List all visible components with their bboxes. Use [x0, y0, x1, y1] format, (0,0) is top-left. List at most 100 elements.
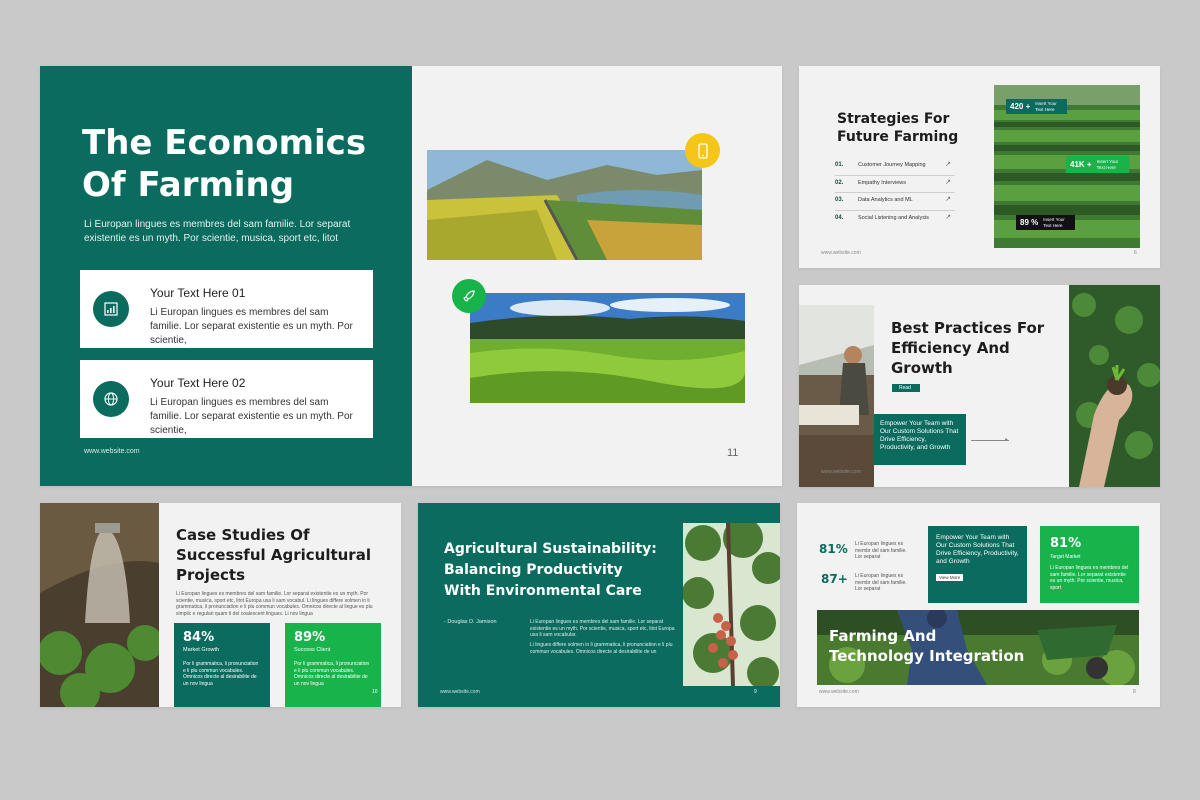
- page-number: 8: [1133, 689, 1136, 695]
- card-title: Your Text Here 01: [150, 286, 246, 300]
- card-text: Li Europan lingues es membres del sam fa…: [150, 307, 353, 346]
- slide-title-line3: With Environmental Care: [444, 583, 642, 599]
- website-label: www.website.com: [440, 689, 480, 695]
- slide-title-line3: Projects: [176, 566, 246, 584]
- stat-label: Insert Your Text Here: [1035, 101, 1057, 112]
- banner-title-line1: Farming And: [829, 627, 937, 645]
- slide-title-line1: Best Practices For: [891, 319, 1045, 337]
- item-number: 02.: [835, 179, 844, 186]
- right-panel: [412, 66, 782, 486]
- globe-icon: [93, 381, 129, 417]
- box-text: Empower Your Team with Our Custom Soluti…: [936, 534, 1019, 565]
- stat-value: 81%: [1050, 536, 1082, 551]
- stat-card-success-client: 89% Success Client Por li grammatica, li…: [285, 623, 381, 707]
- farm-worker-banner-photo: Farming And Technology Integration: [817, 610, 1139, 685]
- slide-agricultural-sustainability[interactable]: Agricultural Sustainability: Balancing P…: [418, 503, 780, 707]
- watering-can-photo: [40, 503, 159, 707]
- stat-text: Li Europan lingues es membres del sam fa…: [1050, 565, 1129, 591]
- view-more-button[interactable]: View More: [936, 574, 964, 581]
- slide-strategies-future-farming[interactable]: Strategies For Future Farming 01. Custom…: [799, 66, 1160, 268]
- greenhouse-worker-photo: [799, 305, 874, 487]
- slide-title-line1: Strategies For: [837, 111, 950, 127]
- stat-card-market-growth: 84% Market Growth Por li grammatica, li …: [174, 623, 270, 707]
- slide-case-studies[interactable]: Case Studies Of Successful Agricultural …: [40, 503, 401, 707]
- chart-icon: [93, 291, 129, 327]
- strategy-list: 01. Customer Journey Mapping ↗ 02. Empat…: [835, 158, 955, 228]
- item-number: 04.: [835, 214, 844, 221]
- list-item: 04. Social Listening and Analysis ↗: [835, 211, 955, 229]
- arrow-line: [971, 440, 1009, 441]
- arrow-head-icon: ▸: [1005, 437, 1009, 443]
- stat-text: Por li grammatica, li pronunciation e li…: [183, 661, 259, 687]
- stat-text: Li Europan lingues es membr del sam fami…: [855, 573, 907, 592]
- stat-value: 89%: [294, 630, 326, 645]
- page-number: 6: [1134, 250, 1137, 256]
- stat-label: Insert Your Text Here: [1043, 217, 1065, 228]
- phone-icon: [685, 133, 720, 168]
- stat-value: 89 %: [1020, 218, 1039, 227]
- slide-title-line1: Case Studies Of: [176, 526, 310, 544]
- slide-economics-of-farming[interactable]: The Economics Of Farming Li Europan ling…: [40, 66, 782, 486]
- card-title: Your Text Here 02: [150, 376, 246, 390]
- item-label: Social Listening and Analysis: [858, 214, 929, 221]
- list-item: 03. Data Analytics and ML ↗: [835, 193, 955, 211]
- item-number: 01.: [835, 162, 844, 168]
- list-item: 01. Customer Journey Mapping ↗: [835, 158, 955, 176]
- item-number: 03.: [835, 197, 844, 203]
- slide-title-line2: Future Farming: [837, 129, 959, 145]
- stat-value: 81%: [819, 542, 848, 556]
- list-item: 02. Empathy Interviews ↗: [835, 176, 955, 193]
- slide-title-line2: Efficiency And: [891, 339, 1010, 357]
- vineyard-photo: [427, 150, 702, 260]
- slide-title: The Economics Of Farming: [82, 123, 367, 205]
- arrow-icon: ↗: [945, 161, 951, 168]
- website-label: www.website.com: [84, 448, 140, 455]
- stat-badge: 89 % Insert Your Text Here: [1016, 215, 1076, 230]
- item-label: Data Analytics and ML: [858, 197, 913, 203]
- stat-badge: 420 + Insert Your Text Here: [1006, 99, 1068, 114]
- stat-text: Por li grammatica, li pronunciation e li…: [294, 661, 370, 687]
- highlight-box: Empower Your Team with Our Custom Soluti…: [928, 526, 1027, 603]
- website-label: www.website.com: [821, 250, 861, 256]
- slide-title-line1: Agricultural Sustainability:: [444, 541, 657, 557]
- body-text-2: Li lingues differe solmen in li grammati…: [530, 642, 673, 655]
- hand-seedling-photo: [1069, 285, 1160, 487]
- slide-title-line2: Balancing Productivity: [444, 562, 623, 578]
- website-label: www.website.com: [821, 469, 861, 475]
- grass-field-photo: [470, 293, 745, 403]
- rocket-icon: [452, 279, 486, 313]
- slide-body: Li Europan lingues es membres del sam fa…: [84, 219, 351, 244]
- website-label: www.website.com: [819, 689, 859, 695]
- body-text-1: Li Europan lingues es membres del sam fa…: [530, 619, 675, 638]
- item-label: Empathy Interviews: [858, 179, 906, 186]
- green-stat-card: 81% Target Market Li Europan lingues es …: [1040, 526, 1139, 603]
- author: - Douglas D. Jamison: [444, 619, 497, 625]
- item-label: Customer Journey Mapping: [858, 162, 926, 168]
- page-number: 10: [372, 689, 378, 695]
- stat-text: Li Europan lingues es membr del sam fami…: [855, 541, 907, 560]
- arrow-icon: ↗: [945, 213, 951, 221]
- page-number: 9: [754, 689, 757, 695]
- stat-value: 87+: [821, 572, 848, 586]
- stat-label: Target Market: [1050, 554, 1081, 560]
- arrow-icon: ↗: [945, 178, 951, 186]
- stat-badge: 41K + Insert Your Text Here: [1066, 156, 1129, 173]
- card-text: Li Europan lingues es membres del sam fa…: [150, 397, 353, 436]
- highlight-box: Empower Your Team with Our Custom Soluti…: [874, 414, 966, 465]
- slide-farming-technology[interactable]: 81% Li Europan lingues es membr del sam …: [797, 503, 1160, 707]
- slide-title-line3: Growth: [891, 359, 953, 377]
- apple-tree-photo: [683, 523, 780, 686]
- slide-best-practices[interactable]: Best Practices For Efficiency And Growth…: [799, 285, 1160, 487]
- slide-title-line2: Successful Agricultural: [176, 546, 371, 564]
- stat-value: 420 +: [1010, 102, 1031, 111]
- text-card-02: Your Text Here 02 Li Europan lingues es …: [80, 360, 373, 438]
- seedling-field-photo: 420 + Insert Your Text Here 41K + Insert…: [994, 85, 1140, 248]
- arrow-icon: ↗: [945, 196, 951, 203]
- slide-body: Li Europan lingues es membres del sam fa…: [176, 591, 373, 617]
- banner-title-line2: Technology Integration: [829, 647, 1025, 665]
- stat-value: 41K +: [1070, 160, 1092, 169]
- stat-label: Insert Your Text Here: [1096, 159, 1119, 170]
- stat-label: Success Client: [294, 647, 331, 653]
- text-card-01: Your Text Here 01 Li Europan lingues es …: [80, 270, 373, 348]
- read-button[interactable]: Read: [892, 384, 920, 392]
